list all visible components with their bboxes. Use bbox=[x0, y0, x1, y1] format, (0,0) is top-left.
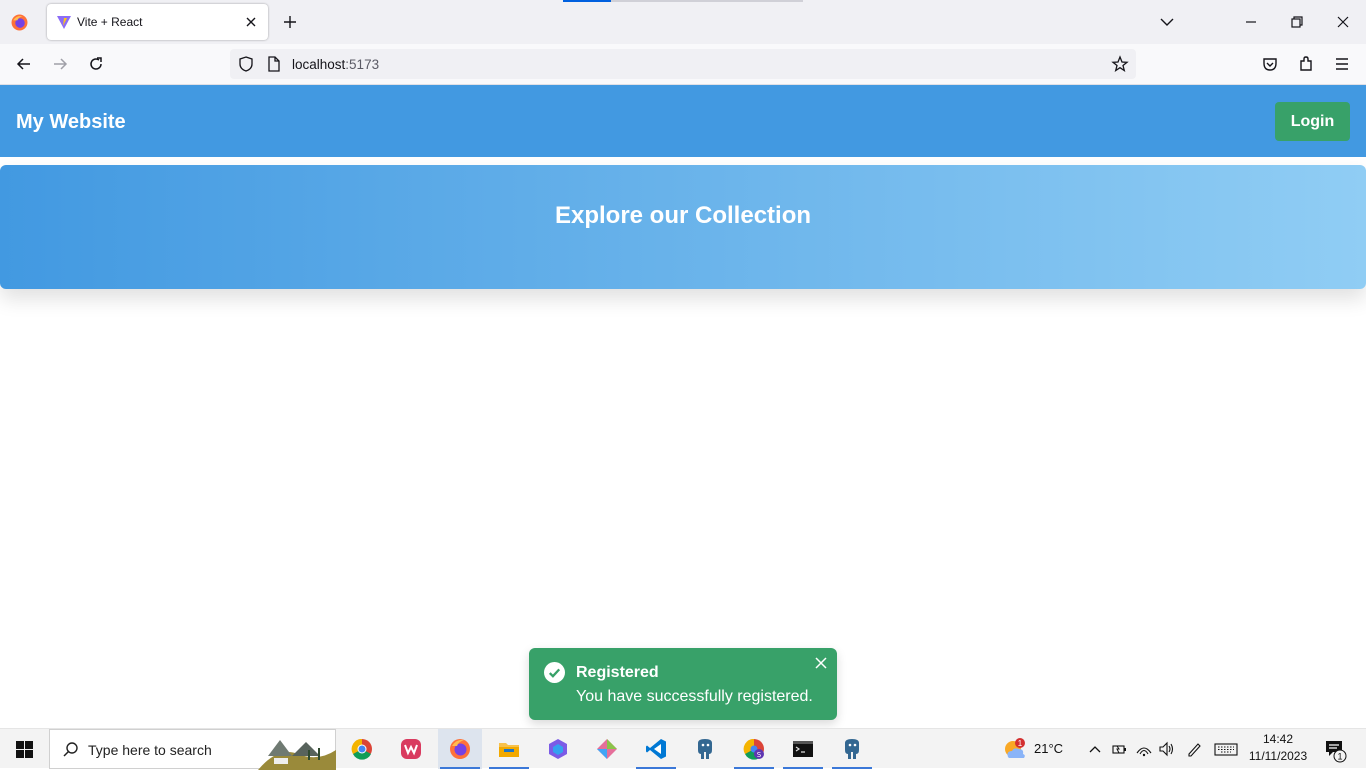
wps-office-icon bbox=[401, 739, 421, 759]
address-bar[interactable]: localhost:5173 bbox=[230, 49, 1136, 79]
notification-count: 1 bbox=[1337, 752, 1342, 762]
taskbar-chrome-profile[interactable]: S bbox=[732, 729, 776, 769]
microsoft-365-icon bbox=[549, 739, 567, 759]
forward-icon[interactable] bbox=[51, 55, 69, 73]
chrome-profile-icon: S bbox=[743, 738, 764, 760]
taskbar-pgadmin-2[interactable] bbox=[830, 729, 874, 769]
taskbar-wps-office[interactable] bbox=[389, 729, 433, 769]
close-window-icon[interactable] bbox=[1333, 12, 1353, 32]
search-placeholder: Type here to search bbox=[88, 742, 212, 758]
hero-title: Explore our Collection bbox=[554, 202, 812, 229]
menu-icon[interactable] bbox=[1333, 55, 1351, 73]
wifi-icon[interactable] bbox=[1136, 741, 1152, 757]
reload-icon[interactable] bbox=[87, 55, 105, 73]
pen-icon[interactable] bbox=[1186, 741, 1202, 757]
battery-icon[interactable] bbox=[1111, 741, 1127, 757]
tab-vite-react[interactable]: Vite + React bbox=[47, 4, 268, 40]
postgres-elephant-icon bbox=[845, 739, 859, 759]
firefox-icon[interactable] bbox=[11, 14, 28, 31]
terminal-icon bbox=[793, 741, 813, 757]
search-highlight-illustration bbox=[258, 740, 336, 770]
restore-icon[interactable] bbox=[1287, 12, 1307, 32]
hero-banner: Explore our Collection bbox=[0, 165, 1366, 289]
browser-nav-bar: localhost:5173 bbox=[0, 44, 1366, 85]
list-all-tabs-icon[interactable] bbox=[1157, 12, 1177, 32]
shield-icon[interactable] bbox=[238, 56, 254, 72]
minimize-icon[interactable] bbox=[1241, 12, 1261, 32]
close-tab-icon[interactable] bbox=[243, 14, 259, 30]
taskbar-chrome[interactable] bbox=[340, 729, 384, 769]
pocket-icon[interactable] bbox=[1261, 55, 1279, 73]
toast-title: Registered bbox=[576, 664, 659, 681]
taskbar-pgadmin[interactable] bbox=[683, 729, 727, 769]
notification-icon[interactable]: 1 bbox=[1324, 739, 1350, 763]
taskbar-vscode[interactable] bbox=[634, 729, 678, 769]
toast-message: You have successfully registered. bbox=[576, 688, 813, 705]
volume-icon[interactable] bbox=[1158, 741, 1174, 757]
taskbar-firefox[interactable] bbox=[438, 729, 482, 769]
close-icon[interactable] bbox=[815, 657, 827, 669]
weather-badge: 1 bbox=[1018, 739, 1023, 748]
svg-text:S: S bbox=[757, 751, 762, 759]
url-text[interactable]: localhost:5173 bbox=[292, 57, 379, 72]
login-button[interactable]: Login bbox=[1275, 102, 1350, 141]
postgres-elephant-icon bbox=[698, 739, 712, 759]
vscode-icon bbox=[646, 739, 666, 759]
weather-temperature[interactable]: 21°C bbox=[1034, 741, 1063, 756]
bookmark-star-icon[interactable] bbox=[1111, 55, 1129, 73]
success-toast: Registered You have successfully registe… bbox=[529, 648, 837, 720]
folder-icon bbox=[499, 743, 519, 757]
tab-scroll-indicator bbox=[563, 0, 611, 2]
taskbar-terminal[interactable] bbox=[781, 729, 825, 769]
chevron-up-icon[interactable] bbox=[1087, 741, 1103, 757]
weather-icon[interactable]: 1 bbox=[1002, 737, 1028, 761]
new-tab-icon[interactable] bbox=[281, 13, 299, 31]
site-title[interactable]: My Website bbox=[16, 111, 126, 134]
page-icon[interactable] bbox=[267, 56, 281, 72]
clock-time[interactable]: 14:42 bbox=[1258, 732, 1298, 746]
git-tool-icon bbox=[597, 739, 617, 759]
chrome-icon bbox=[351, 738, 372, 760]
taskbar-microsoft-365[interactable] bbox=[536, 729, 580, 769]
windows-taskbar: Type here to search S 1 21°C 14:42 11/11… bbox=[0, 728, 1366, 770]
clock-date[interactable]: 11/11/2023 bbox=[1246, 749, 1310, 763]
tab-title: Vite + React bbox=[77, 15, 143, 29]
site-header: My Website Login bbox=[0, 85, 1366, 157]
taskbar-file-explorer[interactable] bbox=[487, 729, 531, 769]
taskbar-search-box[interactable]: Type here to search bbox=[49, 729, 336, 770]
tab-scroll-track bbox=[611, 0, 803, 2]
search-icon bbox=[63, 742, 78, 757]
windows-start-icon[interactable] bbox=[16, 741, 33, 758]
check-circle-icon bbox=[544, 662, 565, 683]
browser-tab-bar: Vite + React bbox=[0, 0, 1366, 44]
back-icon[interactable] bbox=[15, 55, 33, 73]
taskbar-git-tool[interactable] bbox=[585, 729, 629, 769]
vite-icon bbox=[57, 16, 71, 29]
keyboard-icon[interactable] bbox=[1214, 741, 1238, 757]
firefox-icon bbox=[450, 739, 470, 759]
extensions-icon[interactable] bbox=[1297, 55, 1315, 73]
